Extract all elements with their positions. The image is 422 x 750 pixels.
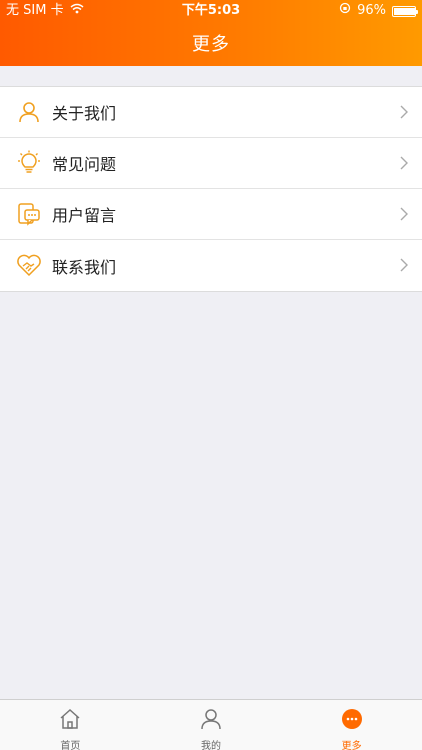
menu-item-about[interactable]: 关于我们 (0, 87, 422, 138)
chevron-right-icon (400, 104, 408, 123)
tab-label: 更多 (341, 741, 362, 750)
handshake-heart-icon (15, 252, 43, 280)
status-bar: 无 SIM 卡 下午5:03 96% (0, 0, 422, 22)
message-icon (15, 200, 43, 228)
menu-item-feedback[interactable]: 用户留言 (0, 189, 422, 240)
chevron-right-icon (400, 206, 408, 225)
tab-label: 我的 (201, 741, 221, 750)
menu-item-faq[interactable]: 常见问题 (0, 138, 422, 189)
lightbulb-icon (15, 149, 43, 177)
header: 无 SIM 卡 下午5:03 96% 更多 (0, 0, 422, 66)
user-outline-icon (15, 98, 43, 126)
chevron-right-icon (400, 257, 408, 276)
battery-fill (394, 7, 416, 15)
tab-more[interactable]: 更多 (281, 700, 422, 750)
battery-icon (392, 5, 418, 17)
user-icon (199, 707, 223, 735)
tab-bar: 首页 我的 更多 (0, 699, 422, 750)
page-title: 更多 (192, 34, 230, 55)
chevron-right-icon (400, 155, 408, 174)
tab-home[interactable]: 首页 (0, 700, 141, 750)
menu-item-contact[interactable]: 联系我们 (0, 240, 422, 291)
menu-item-label: 用户留言 (52, 206, 117, 225)
home-icon (58, 707, 82, 735)
tab-label: 首页 (60, 741, 81, 750)
battery-percent: 96% (357, 3, 386, 18)
menu-item-label: 联系我们 (52, 257, 117, 277)
tab-mine[interactable]: 我的 (141, 700, 282, 750)
more-icon (340, 707, 364, 735)
menu-item-label: 常见问题 (52, 155, 117, 174)
orientation-lock-icon (339, 0, 351, 22)
menu-list: 关于我们 常见问题 用户留言 联系我们 (0, 86, 422, 292)
menu-item-label: 关于我们 (52, 104, 117, 123)
